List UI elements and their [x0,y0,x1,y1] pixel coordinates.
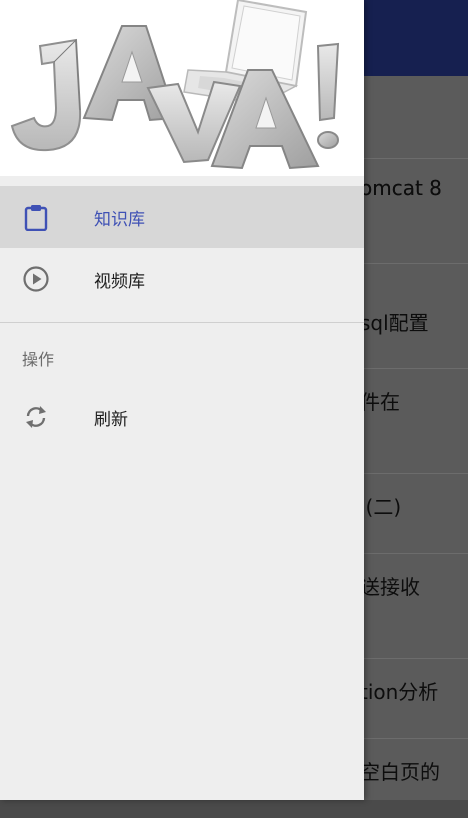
java-logo-illustration [10,0,340,170]
list-item-title: l(二) [360,495,402,519]
refresh-icon [22,403,50,431]
list-item-title: 空白页的 [360,760,440,784]
menu-item-refresh[interactable]: 刷新 [0,386,364,448]
list-item-title: omcat 8 [360,176,442,200]
exclamation-mark [316,42,340,149]
letter-j [10,38,82,152]
menu-item-label: 视频库 [94,272,145,292]
drawer-header-image [0,0,364,176]
section-title-actions: 操作 [22,350,55,369]
menu-item-knowledge-base[interactable]: 知识库 [0,186,364,248]
drawer-divider [0,322,364,323]
menu-item-video-library[interactable]: 视频库 [0,248,364,310]
list-item-title: tion分析 [360,680,439,704]
list-item-title: 送接收 [360,575,420,599]
menu-item-label: 知识库 [94,210,145,230]
list-item-title: sql配置 [360,311,429,335]
play-circle-icon [22,265,50,293]
list-item-title: 件在 [360,390,400,414]
clipboard-icon [22,203,50,232]
menu-item-label: 刷新 [94,410,128,430]
navigation-drawer: 知识库 视频库 操作 刷新 [0,0,364,800]
